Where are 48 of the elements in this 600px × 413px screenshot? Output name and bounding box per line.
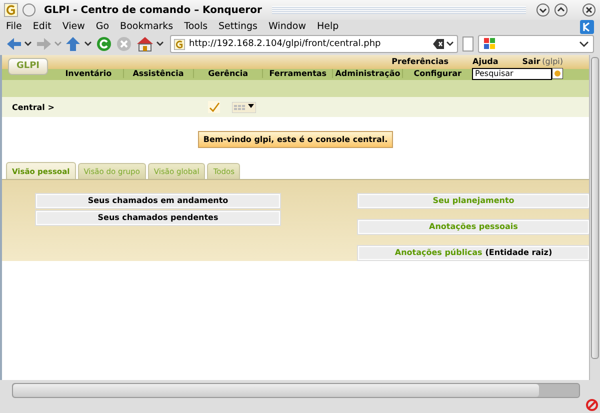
minimize-icon[interactable] <box>536 3 550 17</box>
section-header: Seus chamados em andamento <box>36 194 280 208</box>
horizontal-scrollbar[interactable] <box>12 383 580 398</box>
menu-item[interactable]: Bookmarks <box>120 21 174 32</box>
menu-item[interactable]: Help <box>316 21 339 32</box>
menu-item[interactable]: Go <box>96 21 110 32</box>
vertical-scrollbar[interactable] <box>589 55 600 380</box>
grid-dropdown-icon[interactable] <box>232 102 256 112</box>
nav-item[interactable]: Administração <box>333 69 404 78</box>
kde-icon <box>580 20 594 34</box>
home-icon[interactable] <box>136 36 164 52</box>
menu-item[interactable]: Settings <box>218 21 258 32</box>
section-header: Seus chamados pendentes <box>36 211 280 225</box>
site-icon <box>174 38 185 50</box>
menu-item[interactable]: Edit <box>32 21 52 32</box>
address-field[interactable]: http://192.168.2.104/glpi/front/central.php <box>170 35 458 53</box>
breadcrumb[interactable]: Central > <box>12 102 208 112</box>
page-icon[interactable] <box>462 36 474 52</box>
up-icon[interactable] <box>66 37 92 51</box>
reload-icon[interactable] <box>96 36 112 52</box>
menu-icon[interactable] <box>22 3 36 17</box>
clear-icon[interactable] <box>430 38 454 50</box>
blocked-icon <box>586 399 598 411</box>
menu-item[interactable]: File <box>6 21 22 32</box>
menu-item[interactable]: Window <box>268 21 306 32</box>
user-label: (glpi) <box>542 56 563 66</box>
header-link[interactable]: Ajuda <box>472 56 498 66</box>
entity-label: (Entidade raiz) <box>485 248 552 257</box>
nav-item[interactable]: Assistência <box>124 69 194 78</box>
nav-item[interactable]: Gerência <box>194 69 264 78</box>
header-link[interactable]: Sair <box>522 56 540 66</box>
nav-item[interactable]: Ferramentas <box>263 69 334 78</box>
dropdown-icon[interactable] <box>579 40 589 48</box>
menu-item[interactable]: Tools <box>184 21 208 32</box>
welcome-message: Bem-vindo glpi, este é o console central. <box>198 131 393 148</box>
maximize-icon[interactable] <box>554 3 568 17</box>
search-engine-icon[interactable] <box>483 37 497 51</box>
nav-item[interactable]: Inventário <box>54 69 124 78</box>
menu-item[interactable]: View <box>62 21 85 32</box>
web-search-field[interactable] <box>478 35 594 53</box>
close-icon[interactable] <box>582 3 596 17</box>
nav-item[interactable]: Configurar <box>403 69 472 78</box>
window-title: GLPI - Centro de comando – Konqueror <box>44 4 262 16</box>
checkmark-icon[interactable] <box>208 101 220 113</box>
back-icon[interactable] <box>6 37 32 51</box>
header-link[interactable]: Preferências <box>392 56 449 66</box>
search-icon[interactable] <box>552 68 563 79</box>
app-icon <box>4 3 18 17</box>
